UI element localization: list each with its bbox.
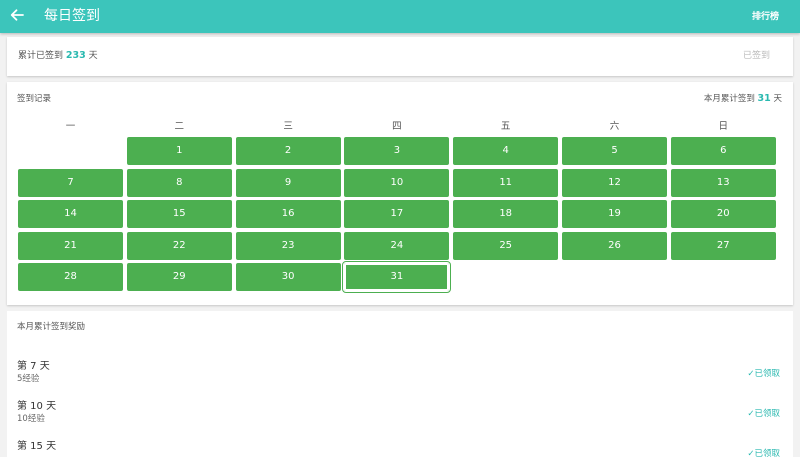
arrow-left-icon[interactable] (7, 5, 27, 25)
calendar-day[interactable]: 15 (126, 200, 232, 228)
month-total-unit: 天 (773, 94, 782, 104)
calendar-day-today[interactable]: 31 (342, 261, 452, 293)
page-title: 每日签到 (44, 8, 100, 24)
calendar-title: 签到记录 (17, 94, 52, 104)
calendar-days-grid: 1 2 3 4 5 6 7 8 9 10 11 12 13 14 15 16 17 18 19 20 21 22 23 24 2… (18, 137, 782, 297)
calendar-day[interactable]: 16 (235, 200, 341, 228)
weekday-label: 二 (174, 121, 185, 132)
calendar-day[interactable]: 23 (235, 231, 341, 260)
reward-item: 第 7 天 5经验 ✓已领取 (7, 360, 793, 388)
calendar-day[interactable]: 26 (562, 231, 667, 260)
calendar-day[interactable]: 10 (344, 168, 450, 197)
reward-day: 第 7 天 (17, 361, 50, 372)
weekday-label: 日 (718, 121, 729, 132)
weekday-label: 六 (609, 121, 620, 132)
calendar-day[interactable]: 11 (453, 168, 559, 197)
calendar-day[interactable]: 29 (126, 263, 232, 291)
rewards-title: 本月累计签到奖励 (17, 322, 86, 332)
calendar-day[interactable]: 28 (18, 263, 123, 291)
reward-exp: 10经验 (17, 414, 45, 424)
weekday-label: 三 (283, 121, 293, 132)
reward-claimed-status[interactable]: ✓已领取 (747, 368, 780, 380)
total-signin-unit: 天 (88, 51, 98, 61)
calendar-day[interactable]: 7 (18, 168, 123, 197)
calendar-day[interactable]: 20 (670, 200, 776, 228)
total-signin-text: 累计已签到 (18, 51, 64, 61)
reward-day: 第 10 天 (17, 401, 57, 412)
calendar-day[interactable]: 8 (126, 168, 232, 197)
top-app-bar: 每日签到 排行榜 (0, 0, 800, 33)
rewards-card: 本月累计签到奖励 第 7 天 5经验 ✓已领取 第 10 天 10经验 ✓已领取… (7, 311, 793, 457)
calendar-day[interactable]: 6 (670, 137, 776, 165)
month-total-text: 本月累计签到 (703, 94, 755, 104)
calendar-day[interactable]: 22 (126, 231, 232, 260)
calendar-day[interactable]: 27 (670, 231, 776, 260)
signin-summary-card: 累计已签到 233 天 已签到 (7, 37, 793, 76)
weekday-header: 一二三四五六日 (18, 120, 782, 134)
calendar-day[interactable]: 24 (344, 231, 450, 260)
calendar-day[interactable]: 9 (235, 168, 341, 197)
reward-exp: 5经验 (17, 374, 40, 384)
calendar-day[interactable]: 18 (453, 200, 559, 228)
calendar-day[interactable]: 2 (235, 137, 341, 165)
calendar-day[interactable]: 4 (453, 137, 559, 165)
weekday-label: 四 (392, 121, 402, 132)
reward-item: 第 10 天 10经验 ✓已领取 (7, 400, 793, 428)
total-signin-count: 233 (65, 50, 86, 61)
calendar-day[interactable]: 17 (344, 200, 450, 228)
calendar-day[interactable]: 19 (562, 200, 667, 228)
reward-claimed-status[interactable]: ✓已领取 (747, 408, 780, 420)
month-total-count: 31 (757, 93, 771, 104)
calendar-day[interactable]: 1 (126, 137, 232, 165)
calendar-day[interactable]: 21 (18, 231, 123, 260)
reward-item: 第 15 天 ✓已领取 (7, 440, 793, 457)
calendar-day[interactable]: 3 (344, 137, 450, 165)
month-total-label: 本月累计签到 31 天 (704, 92, 782, 106)
reward-day: 第 15 天 (17, 441, 57, 452)
leaderboard-button[interactable]: 排行榜 (752, 10, 779, 24)
signin-calendar-card: 签到记录 本月累计签到 31 天 一二三四五六日 1 2 3 4 5 6 7 8 9 10 11 12… (7, 82, 793, 305)
calendar-day[interactable]: 13 (670, 168, 776, 197)
calendar-day[interactable]: 12 (562, 168, 667, 197)
calendar-day[interactable]: 5 (562, 137, 667, 165)
total-signin-label: 累计已签到 233 天 (18, 49, 98, 63)
reward-claimed-status[interactable]: ✓已领取 (747, 448, 780, 457)
calendar-day[interactable]: 30 (235, 263, 341, 291)
calendar-day[interactable]: 25 (453, 231, 559, 260)
signed-status-button[interactable]: 已签到 (743, 49, 770, 63)
weekday-label: 五 (500, 121, 511, 132)
weekday-label: 一 (65, 121, 76, 132)
calendar-day[interactable]: 14 (18, 200, 123, 228)
